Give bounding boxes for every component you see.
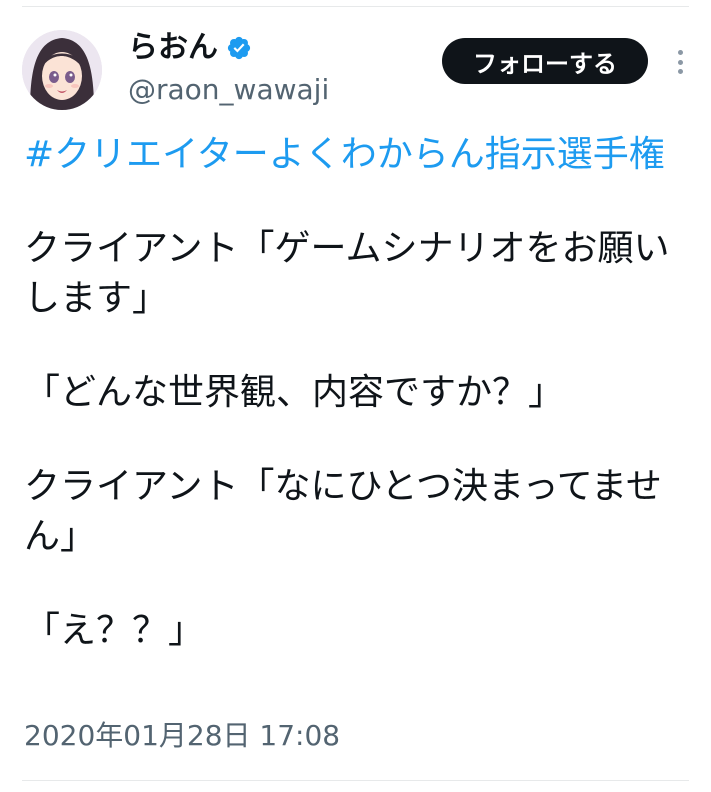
bottom-divider	[22, 780, 689, 781]
verified-badge-icon	[226, 35, 252, 61]
name-row: らおん	[128, 30, 252, 66]
user-handle[interactable]: @raon_wawaji	[128, 74, 329, 106]
more-options-icon[interactable]	[670, 44, 690, 80]
tweet-paragraph: 「どんな世界観、内容ですか？」	[24, 372, 565, 413]
tweet-paragraph: クライアント「なにひとつ決まってません」	[24, 466, 662, 557]
hashtag-link[interactable]: #クリエイターよくわからん指示選手権	[24, 130, 689, 180]
tweet-paragraph: クライアント「ゲームシナリオをお願いします」	[24, 228, 670, 319]
display-name[interactable]: らおん	[128, 30, 218, 66]
dot	[677, 59, 683, 65]
tweet-card: らおん @raon_wawaji フォローする #クリエイターよくわからん指示選…	[0, 0, 711, 792]
avatar[interactable]	[22, 30, 102, 110]
tweet-paragraph: 「え？？」	[24, 610, 205, 651]
follow-button[interactable]: フォローする	[442, 38, 648, 84]
dot	[677, 50, 683, 55]
dot	[677, 69, 683, 74]
tweet-text: #クリエイターよくわからん指示選手権 クライアント「ゲームシナリオをお願いします…	[24, 130, 689, 656]
avatar-illustration	[22, 30, 102, 110]
top-divider	[22, 6, 689, 7]
tweet-timestamp[interactable]: 2020年01月28日 17:08	[24, 718, 340, 754]
